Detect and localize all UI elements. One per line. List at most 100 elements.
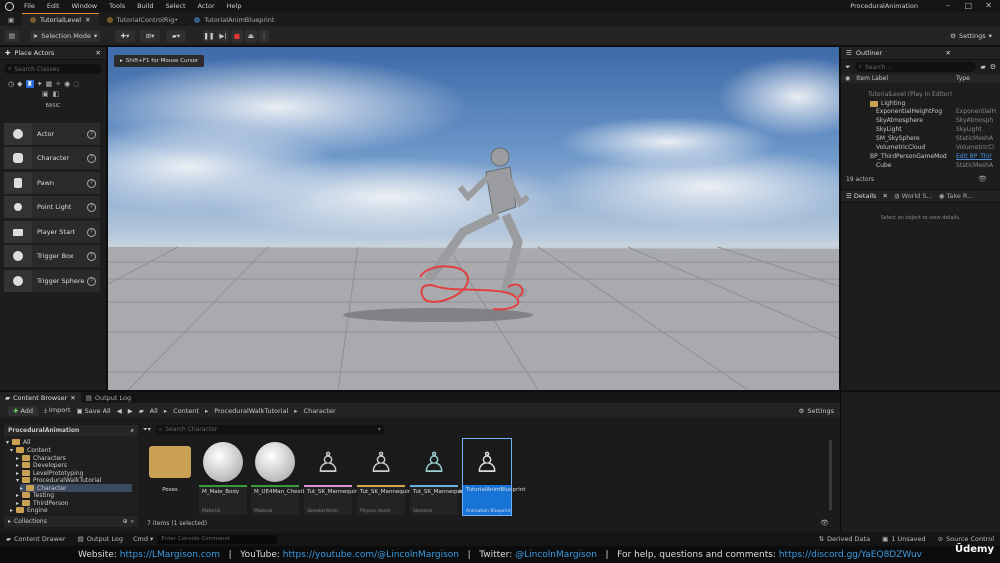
actor-item-player-start[interactable]: Player Start? xyxy=(4,221,100,243)
save-icon[interactable]: ▣ xyxy=(0,13,22,26)
console-command-input[interactable]: Enter Console Command xyxy=(157,534,278,544)
recent-icon[interactable]: ◷ xyxy=(8,80,14,88)
filter-icon[interactable]: ⏷▾ xyxy=(143,426,151,434)
asset-tut-sk-mannequin[interactable]: ♙ Tut_SK_Mannequin_LOD0 Skeletal Mesh xyxy=(304,439,376,515)
discord-link[interactable]: https://discord.gg/YaEQ8DZWuv xyxy=(779,550,922,560)
cinematics-icon[interactable]: ▰▾ xyxy=(166,30,186,42)
tab-tutorial-level[interactable]: TutorialLevel ✕ xyxy=(22,13,99,26)
tab-output-log[interactable]: ▤ Output Log xyxy=(81,394,136,402)
tab-world-settings[interactable]: ◍ World S... xyxy=(894,192,933,200)
help-icon[interactable]: ? xyxy=(87,227,96,237)
search-character-input[interactable]: ⌕ Search Character ▾ xyxy=(154,424,385,435)
volumes-icon[interactable]: ◉ xyxy=(64,80,70,88)
tab-close-icon[interactable]: ✕ xyxy=(70,394,75,402)
unsaved-button[interactable]: ▣ 1 Unsaved xyxy=(876,535,932,543)
basic-category-icon[interactable]: ♜ xyxy=(25,80,34,88)
tree-item-engine[interactable]: ▸ Engine xyxy=(10,506,48,514)
menu-build[interactable]: Build xyxy=(131,2,159,10)
back-icon[interactable]: ◀ xyxy=(117,407,122,415)
place-actors-tab[interactable]: ✚ Place Actors ✕ xyxy=(0,47,106,60)
asset-scrollbar[interactable] xyxy=(829,440,832,510)
menu-actor[interactable]: Actor xyxy=(192,2,221,10)
asset-poses-folder[interactable]: Poses xyxy=(146,439,194,515)
breadcrumb-all[interactable]: All xyxy=(150,407,158,415)
outliner-row-gamemode[interactable]: BP_ThirdPersonGameMod Edit BP_Thir xyxy=(842,152,999,161)
help-icon[interactable]: ? xyxy=(87,178,96,188)
breadcrumb-procedural-walk[interactable]: ProceduralWalkTutorial xyxy=(214,407,288,415)
add-folder-icon[interactable]: ▰ xyxy=(980,63,985,71)
outliner-row-skysphere[interactable]: SM_SkySphere StaticMeshA xyxy=(842,134,999,143)
menu-edit[interactable]: Edit xyxy=(41,2,66,10)
asset-tut-sk-physicsasset[interactable]: ♙ Tut_SK_Mannequin_LOD0_PhysicsAsset Phy… xyxy=(357,439,467,515)
visibility-icon[interactable]: ◉ xyxy=(845,75,850,82)
close-icon[interactable]: ✕ xyxy=(96,49,101,57)
asset-tut-sk-skeleton[interactable]: ♙ Tut_SK_Mannequin_LOD0_Skeleton Skeleto… xyxy=(410,439,508,515)
materials-icon[interactable]: ◧ xyxy=(53,90,60,100)
view-options-icon[interactable]: 👁 xyxy=(820,519,829,527)
add-collection-icon[interactable]: ⊕ xyxy=(123,518,128,525)
youtube-link[interactable]: https://youtube.com/@LincolnMargison xyxy=(283,550,459,560)
twitter-link[interactable]: @LincolnMargison xyxy=(515,550,597,560)
tab-close-icon[interactable]: ✕ xyxy=(85,16,90,24)
item-label-column[interactable]: Item Label xyxy=(856,75,888,82)
save-all-button[interactable]: ▣ Save All xyxy=(77,407,111,415)
search-classes-input[interactable]: ⌕ Search Classes xyxy=(4,64,102,74)
search-icon[interactable]: ⌕ xyxy=(131,518,134,526)
collections-header[interactable]: ▸ Collections ⊕ ⌕ xyxy=(4,516,138,527)
tab-content-browser[interactable]: ▰ Content Browser ✕ xyxy=(0,392,81,403)
view-options-icon[interactable]: 👁 xyxy=(978,175,987,183)
actor-item-trigger-sphere[interactable]: Trigger Sphere? xyxy=(4,270,100,292)
settings-button[interactable]: ⚙ Settings ▾ xyxy=(948,30,994,42)
menu-select[interactable]: Select xyxy=(159,2,191,10)
close-icon[interactable]: ✕ xyxy=(946,49,951,57)
filter-icon[interactable]: ⏷ xyxy=(845,63,851,72)
close-icon[interactable]: ✕ xyxy=(985,1,992,10)
all-classes-icon[interactable]: ◌ xyxy=(73,80,79,88)
actor-item-actor[interactable]: Actor? xyxy=(4,123,100,145)
outliner-row-level[interactable]: TutorialLevel (Play In Editor) xyxy=(842,90,999,99)
tab-take-recorder[interactable]: ◉ Take R... xyxy=(939,192,974,200)
content-settings-button[interactable]: ⚙ Settings xyxy=(799,407,835,415)
tab-details[interactable]: ☰ Details xyxy=(846,192,876,200)
outliner-tab[interactable]: ☰ Outliner ✕ xyxy=(841,47,1000,60)
actor-item-trigger-box[interactable]: Trigger Box? xyxy=(4,245,100,267)
help-icon[interactable]: ? xyxy=(87,202,96,212)
stop-icon[interactable]: ■ xyxy=(231,30,243,42)
content-drawer-button[interactable]: ▰ Content Drawer xyxy=(0,535,72,543)
forward-icon[interactable]: ▶ xyxy=(128,407,133,415)
blueprint-icon[interactable]: ⊞▾ xyxy=(140,30,160,42)
cinematic-icon[interactable]: ▦ xyxy=(46,80,53,88)
tree-header[interactable]: ProceduralAnimation ⌕ xyxy=(4,425,138,436)
source-control-button[interactable]: ⊘ Source Control xyxy=(932,535,1000,543)
menu-help[interactable]: Help xyxy=(221,2,248,10)
more-options-icon[interactable]: ⋮ xyxy=(259,30,269,42)
help-icon[interactable]: ? xyxy=(87,129,96,139)
tree-item-testing[interactable]: ▸ Testing xyxy=(16,491,54,499)
menu-tools[interactable]: Tools xyxy=(103,2,131,10)
tree-item-content[interactable]: ▾ Content xyxy=(10,446,51,454)
shapes-icon[interactable]: ◆ xyxy=(17,80,22,88)
minimize-icon[interactable]: – xyxy=(946,1,950,10)
tab-control-rig[interactable]: TutorialControlRig• xyxy=(99,13,187,26)
outliner-row-skyatmosphere[interactable]: SkyAtmosphere SkyAtmosph xyxy=(842,116,999,125)
help-icon[interactable]: ? xyxy=(87,276,96,286)
help-icon[interactable]: ? xyxy=(87,251,96,261)
save-current-icon[interactable]: ▤ xyxy=(5,30,19,42)
eject-icon[interactable]: ⏏ xyxy=(245,30,257,42)
help-icon[interactable]: ? xyxy=(87,153,96,163)
actor-item-point-light[interactable]: Point Light? xyxy=(4,196,100,218)
actor-item-pawn[interactable]: Pawn? xyxy=(4,172,100,194)
menu-file[interactable]: File xyxy=(18,2,41,10)
tree-item-developers[interactable]: ▸ Developers xyxy=(16,461,67,469)
tab-close-icon[interactable]: ✕ xyxy=(882,192,887,200)
settings-gear-icon[interactable]: ⚙ xyxy=(990,63,996,71)
selection-mode-button[interactable]: ➤ Selection Mode ▾ xyxy=(30,30,100,42)
asset-m-male-body[interactable]: M_Male_Body Material xyxy=(199,439,247,515)
website-link[interactable]: https://LMargison.com xyxy=(120,550,220,560)
asset-tutorial-anim-blueprint[interactable]: ♙ TutorialAnimBlueprint Animation Bluepr… xyxy=(462,438,525,516)
outliner-search-input[interactable]: ⌕ Search... xyxy=(854,62,977,72)
pause-icon[interactable]: ❚❚ xyxy=(203,30,215,42)
add-actor-icon[interactable]: ✚▾ xyxy=(115,30,135,42)
derived-data-button[interactable]: ⇅ Derived Data xyxy=(813,535,877,543)
lights-icon[interactable]: ✦ xyxy=(37,80,43,88)
